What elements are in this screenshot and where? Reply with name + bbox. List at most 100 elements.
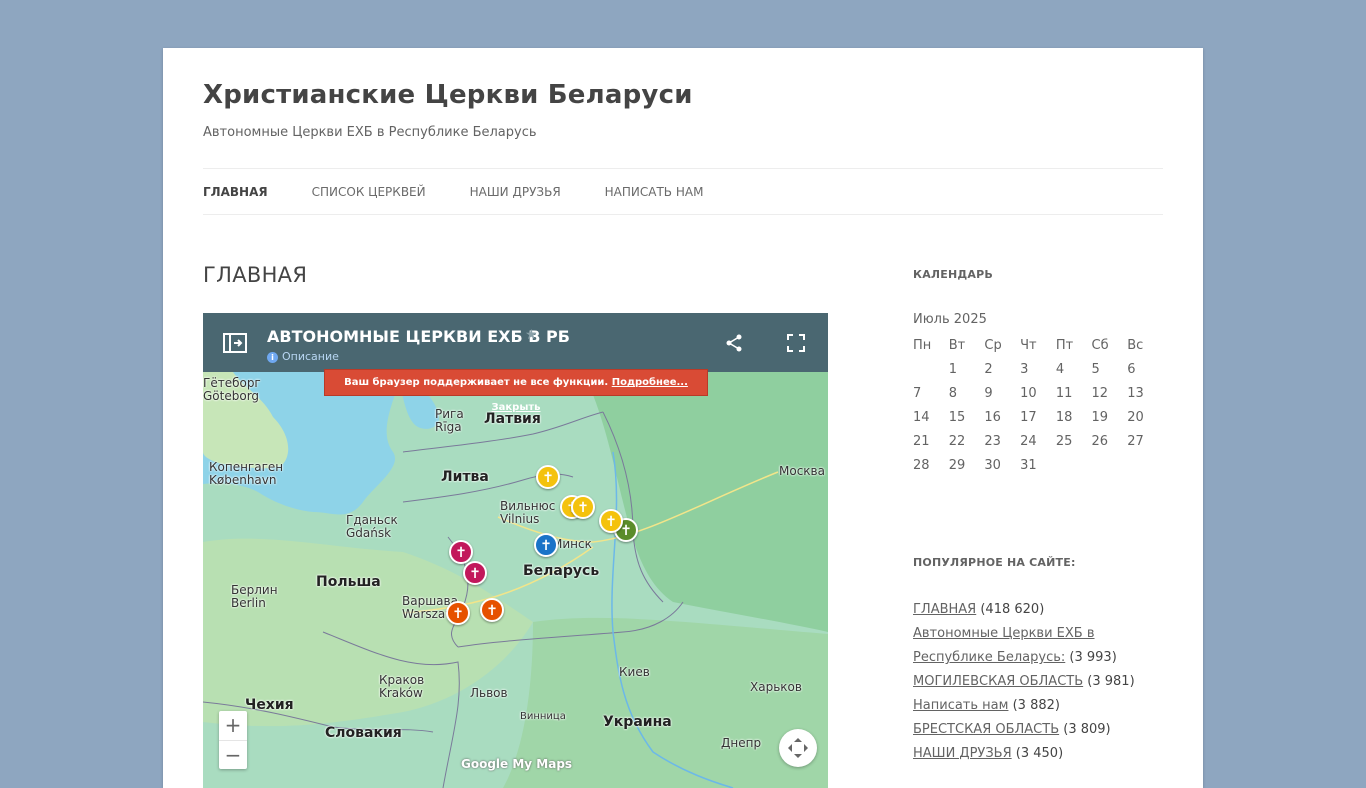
calendar-day: 9: [984, 385, 993, 401]
church-pin-marker[interactable]: ✝: [536, 465, 560, 489]
map-label-czechia: Чехия: [245, 697, 294, 713]
page-title: ГЛАВНАЯ: [203, 263, 308, 287]
calendar-day: 25: [1055, 433, 1073, 449]
warning-close-link[interactable]: Закрыть: [492, 402, 541, 413]
calendar-day: [1056, 453, 1092, 477]
map-terrain: [203, 372, 828, 788]
calendar-day: 15: [948, 409, 966, 425]
map-label-alt-text: København: [209, 473, 277, 487]
map-label-text: Краков: [379, 673, 425, 687]
nav-item-friends[interactable]: НАШИ ДРУЗЬЯ: [470, 185, 561, 199]
church-pin-marker[interactable]: ✝: [480, 598, 504, 622]
weekday-header: Пт: [1055, 337, 1074, 353]
zoom-out-button[interactable]: −: [219, 741, 247, 770]
view-count: (3 981): [1087, 674, 1135, 689]
calendar-week-row: 1 2 3 4 5 6: [913, 357, 1163, 381]
calendar-day: 12: [1091, 385, 1109, 401]
calendar-day: 13: [1127, 385, 1144, 401]
map-label-belarus: Беларусь: [523, 563, 600, 579]
calendar-day: 21: [913, 433, 930, 449]
calendar-week-row: 14 15 16 17 18 19 20: [913, 405, 1163, 429]
calendar-day: [913, 357, 949, 381]
map-label-krakow: Краков Kraków: [379, 674, 424, 700]
map-header: АВТОНОМНЫЕ ЦЕРКВИ ЕХБ В РБ ★ i Описание: [203, 313, 828, 372]
browser-warning-banner: Ваш браузер поддерживает не все функции.…: [324, 369, 708, 413]
view-count: (3 809): [1063, 722, 1111, 737]
calendar-day: 18: [1055, 409, 1073, 425]
view-count: (3 450): [1015, 746, 1064, 761]
map-description-link[interactable]: i Описание: [267, 350, 339, 363]
church-pin-marker[interactable]: ✝: [534, 533, 558, 557]
zoom-controls: + −: [219, 711, 247, 769]
popular-link[interactable]: МОГИЛЕВСКАЯ ОБЛАСТЬ: [913, 674, 1083, 689]
popular-link[interactable]: Автономные Церкви ЕХБ в Республике Белар…: [913, 626, 1095, 665]
popular-link[interactable]: БРЕСТСКАЯ ОБЛАСТЬ: [913, 722, 1059, 737]
popular-link[interactable]: ГЛАВНАЯ: [913, 602, 976, 617]
church-pin-marker[interactable]: ✝: [463, 561, 487, 585]
map-canvas[interactable]: ГётеборгGöteborg РигаRīga Латвия Копенга…: [203, 372, 828, 788]
map-label-vinnytsia: Винница: [520, 711, 566, 722]
calendar-day: 19: [1091, 409, 1109, 425]
calendar-week-row: 7 8 9 10 11 12 13: [913, 381, 1163, 405]
share-icon[interactable]: [725, 334, 743, 356]
calendar-day: 1: [948, 361, 957, 377]
calendar-day: [1127, 453, 1163, 477]
calendar-day: 7: [913, 385, 922, 401]
calendar-day: 10: [1020, 385, 1037, 401]
nav-item-contact[interactable]: НАПИСАТЬ НАМ: [605, 185, 704, 199]
fullscreen-icon[interactable]: [787, 334, 805, 356]
map-label-kharkiv: Харьков: [750, 680, 802, 694]
warning-text: Ваш браузер поддерживает не все функции.: [344, 377, 609, 388]
nav-item-home[interactable]: ГЛАВНАЯ: [203, 185, 268, 199]
weekday-header: Чт: [1020, 337, 1037, 353]
info-icon: i: [267, 352, 278, 363]
embedded-map[interactable]: АВТОНОМНЫЕ ЦЕРКВИ ЕХБ В РБ ★ i Описание В…: [203, 313, 828, 788]
church-pin-marker[interactable]: ✝: [449, 540, 473, 564]
view-count: (3 993): [1069, 650, 1117, 665]
list-item: МОГИЛЕВСКАЯ ОБЛАСТЬ (3 981): [913, 670, 1173, 694]
zoom-in-button[interactable]: +: [219, 711, 247, 741]
view-count: (418 620): [980, 602, 1045, 617]
map-label-ukraine: Украина: [603, 714, 672, 730]
warning-more-link[interactable]: Подробнее...: [612, 377, 688, 388]
popular-link[interactable]: НАШИ ДРУЗЬЯ: [913, 746, 1012, 761]
calendar-day: 11: [1055, 385, 1073, 401]
calendar-day: 2: [984, 361, 993, 377]
site-title[interactable]: Христианские Церкви Беларуси: [203, 80, 693, 110]
view-count: (3 882): [1012, 698, 1060, 713]
calendar-day: 23: [984, 433, 1001, 449]
calendar-day: 3: [1020, 361, 1029, 377]
map-attribution: Google My Maps: [461, 757, 573, 771]
map-label-poland: Польша: [316, 574, 381, 590]
map-label-gdansk: Гданьск Gdańsk: [346, 514, 398, 540]
map-label-alt-text: Rīga: [435, 420, 462, 434]
church-pin-marker[interactable]: ✝: [599, 509, 623, 533]
weekday-header: Пн: [913, 337, 932, 353]
calendar-widget: Июль 2025 Пн Вт Ср Чт Пт Сб Вс 123456 78…: [913, 312, 1163, 477]
map-label-lithuania: Литва: [441, 469, 489, 485]
church-pin-marker[interactable]: ✝: [571, 495, 595, 519]
site-description: Автономные Церкви ЕХБ в Республике Белар…: [203, 125, 537, 140]
main-navigation: ГЛАВНАЯ СПИСОК ЦЕРКВЕЙ НАШИ ДРУЗЬЯ НАПИС…: [203, 168, 1163, 215]
map-label-text: Копенгаген: [209, 460, 284, 474]
calendar-day: 26: [1091, 433, 1109, 449]
list-item: БРЕСТСКАЯ ОБЛАСТЬ (3 809): [913, 718, 1173, 742]
star-icon[interactable]: ★: [525, 327, 538, 343]
map-label-alt-text: Vilnius: [500, 512, 540, 526]
nav-item-church-list[interactable]: СПИСОК ЦЕРКВЕЙ: [312, 185, 426, 199]
calendar-day: 30: [984, 457, 1001, 473]
church-pin-marker[interactable]: ✝: [446, 601, 470, 625]
map-label-copenhagen: Копенгаген København: [209, 461, 283, 487]
recenter-button[interactable]: [779, 729, 817, 767]
popular-link[interactable]: Написать нам: [913, 698, 1008, 713]
list-item: Автономные Церкви ЕХБ в Республике Белар…: [913, 622, 1173, 670]
map-label-kyiv: Киев: [619, 665, 650, 679]
sidebar-toggle-icon[interactable]: [223, 333, 247, 357]
list-item: НАШИ ДРУЗЬЯ (3 450): [913, 742, 1173, 766]
weekday-header: Ср: [984, 337, 1002, 353]
calendar-day: 6: [1127, 361, 1136, 377]
map-label-text: Гданьск: [346, 513, 398, 527]
list-item: ГЛАВНАЯ (418 620): [913, 598, 1173, 622]
move-arrows-icon: [788, 738, 808, 758]
calendar-day: 22: [948, 433, 966, 449]
